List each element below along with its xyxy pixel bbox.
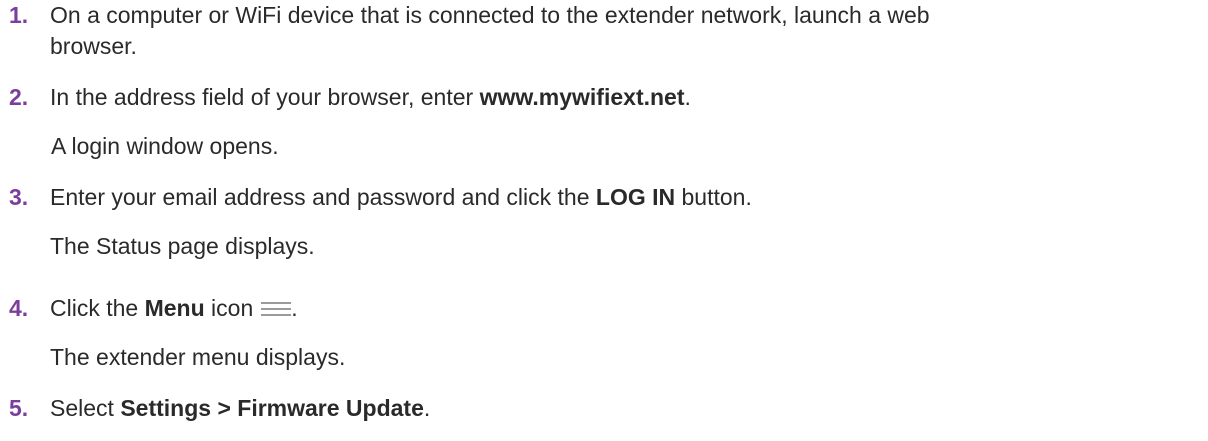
step-4-result: The extender menu displays. xyxy=(0,342,1208,373)
step-text-line-2: browser. xyxy=(50,33,137,59)
step-text-continued: browser. xyxy=(50,31,137,62)
step-2: 2. In the address field of your browser,… xyxy=(0,82,1208,113)
step-text-middle: icon xyxy=(204,295,254,321)
result-text: A login window opens. xyxy=(51,133,279,159)
step-text-suffix: . xyxy=(291,295,298,321)
step-3: 3. Enter your email address and password… xyxy=(0,182,1208,213)
step-text-prefix: Enter your email address and password an… xyxy=(50,184,596,210)
login-button-label: LOG IN xyxy=(595,184,676,210)
step-text-line-1: On a computer or WiFi device that is con… xyxy=(50,2,930,28)
url-text: www.mywifiext.net xyxy=(479,84,685,110)
step-3-result: The Status page displays. xyxy=(0,231,1208,262)
step-number: 5. xyxy=(9,395,29,421)
step-5: 5. Select Settings > Firmware Update. xyxy=(0,393,1208,424)
result-text: The Status page displays. xyxy=(50,233,315,259)
step-number: 3. xyxy=(9,184,29,210)
hamburger-menu-icon xyxy=(261,301,292,317)
menu-label: Menu xyxy=(144,295,205,321)
step-1: 1. On a computer or WiFi device that is … xyxy=(0,0,1208,62)
step-text: Enter your email address and password an… xyxy=(50,182,752,213)
step-4: 4. Click the Menu icon. xyxy=(0,293,1208,324)
step-text-suffix: button. xyxy=(675,184,752,210)
step-text: On a computer or WiFi device that is con… xyxy=(50,0,930,31)
step-text: Click the Menu icon. xyxy=(50,293,298,324)
step-number: 2. xyxy=(9,84,29,110)
step-text: Select Settings > Firmware Update. xyxy=(50,393,430,424)
step-text-suffix: . xyxy=(684,84,691,110)
step-number: 1. xyxy=(9,2,29,28)
step-number: 4. xyxy=(9,295,29,321)
settings-path: Settings > Firmware Update xyxy=(120,395,424,421)
step-text-prefix: Select xyxy=(50,395,121,421)
step-text-prefix: Click the xyxy=(50,295,145,321)
step-text-suffix: . xyxy=(423,395,431,421)
step-text-prefix: In the address field of your browser, en… xyxy=(50,84,480,110)
step-text: In the address field of your browser, en… xyxy=(50,82,691,113)
result-text: The extender menu displays. xyxy=(50,344,346,370)
step-2-result: A login window opens. xyxy=(0,131,1208,162)
